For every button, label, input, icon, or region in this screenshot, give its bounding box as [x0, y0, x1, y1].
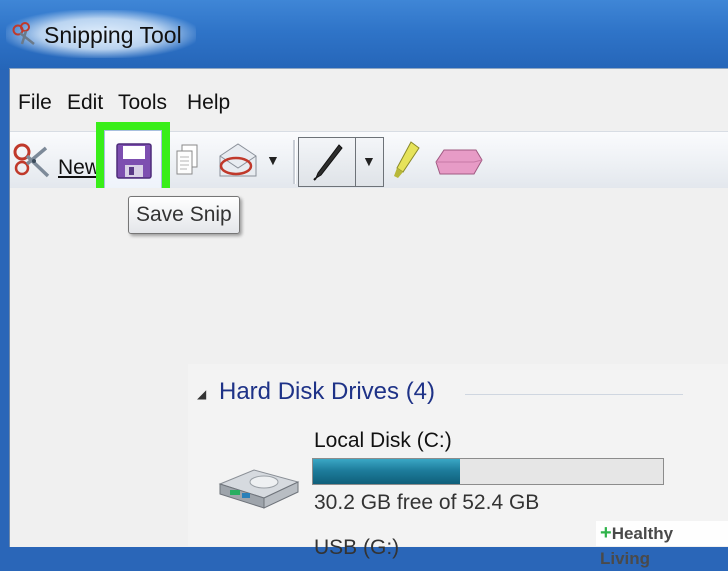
save-snip-tooltip: Save Snip	[128, 196, 240, 234]
drive-name[interactable]: Local Disk (C:)	[314, 429, 452, 453]
hard-disk-drives-header[interactable]: Hard Disk Drives (4)	[219, 378, 435, 406]
pen-icon	[313, 144, 343, 181]
save-snip-button[interactable]	[104, 130, 162, 190]
title-bar: Snipping Tool	[0, 0, 728, 70]
snipping-tool-icon	[12, 22, 35, 45]
watermark-plus-icon: +	[600, 522, 612, 544]
drive-free-space: 30.2 GB free of 52.4 GB	[314, 491, 540, 514]
toolbar-separator	[293, 140, 296, 184]
menu-edit[interactable]: Edit	[67, 91, 103, 115]
drive-usage-bar	[312, 458, 664, 485]
pen-tool-button[interactable]: ▼	[298, 137, 384, 187]
healthy-living-watermark: +Healthy Living	[596, 521, 728, 568]
scissors-icon	[13, 143, 50, 178]
menu-tools[interactable]: Tools	[118, 91, 167, 115]
menu-help[interactable]: Help	[187, 91, 230, 115]
group-divider	[465, 394, 683, 395]
collapse-arrow-icon[interactable]: ◢	[197, 387, 206, 401]
send-dropdown-arrow-icon[interactable]: ▼	[266, 152, 280, 168]
send-snip-icon[interactable]	[216, 142, 260, 178]
next-drive-name[interactable]: USB (G:)	[314, 536, 399, 560]
pen-dropdown-arrow-icon[interactable]: ▼	[362, 153, 376, 169]
highlighter-icon[interactable]	[393, 140, 421, 180]
menu-file[interactable]: File	[18, 91, 52, 115]
copy-icon[interactable]	[176, 144, 198, 176]
save-highlight	[96, 122, 170, 198]
window-title: Snipping Tool	[44, 22, 182, 48]
drive-usage-fill	[313, 459, 460, 484]
save-icon	[116, 143, 152, 179]
toolbar: New ▼ ▼	[10, 122, 728, 198]
new-label: New	[58, 156, 101, 179]
hard-drive-icon[interactable]	[214, 462, 300, 512]
pen-divider	[355, 138, 356, 186]
eraser-icon[interactable]	[434, 146, 484, 176]
new-snip-button[interactable]: New	[12, 140, 101, 180]
